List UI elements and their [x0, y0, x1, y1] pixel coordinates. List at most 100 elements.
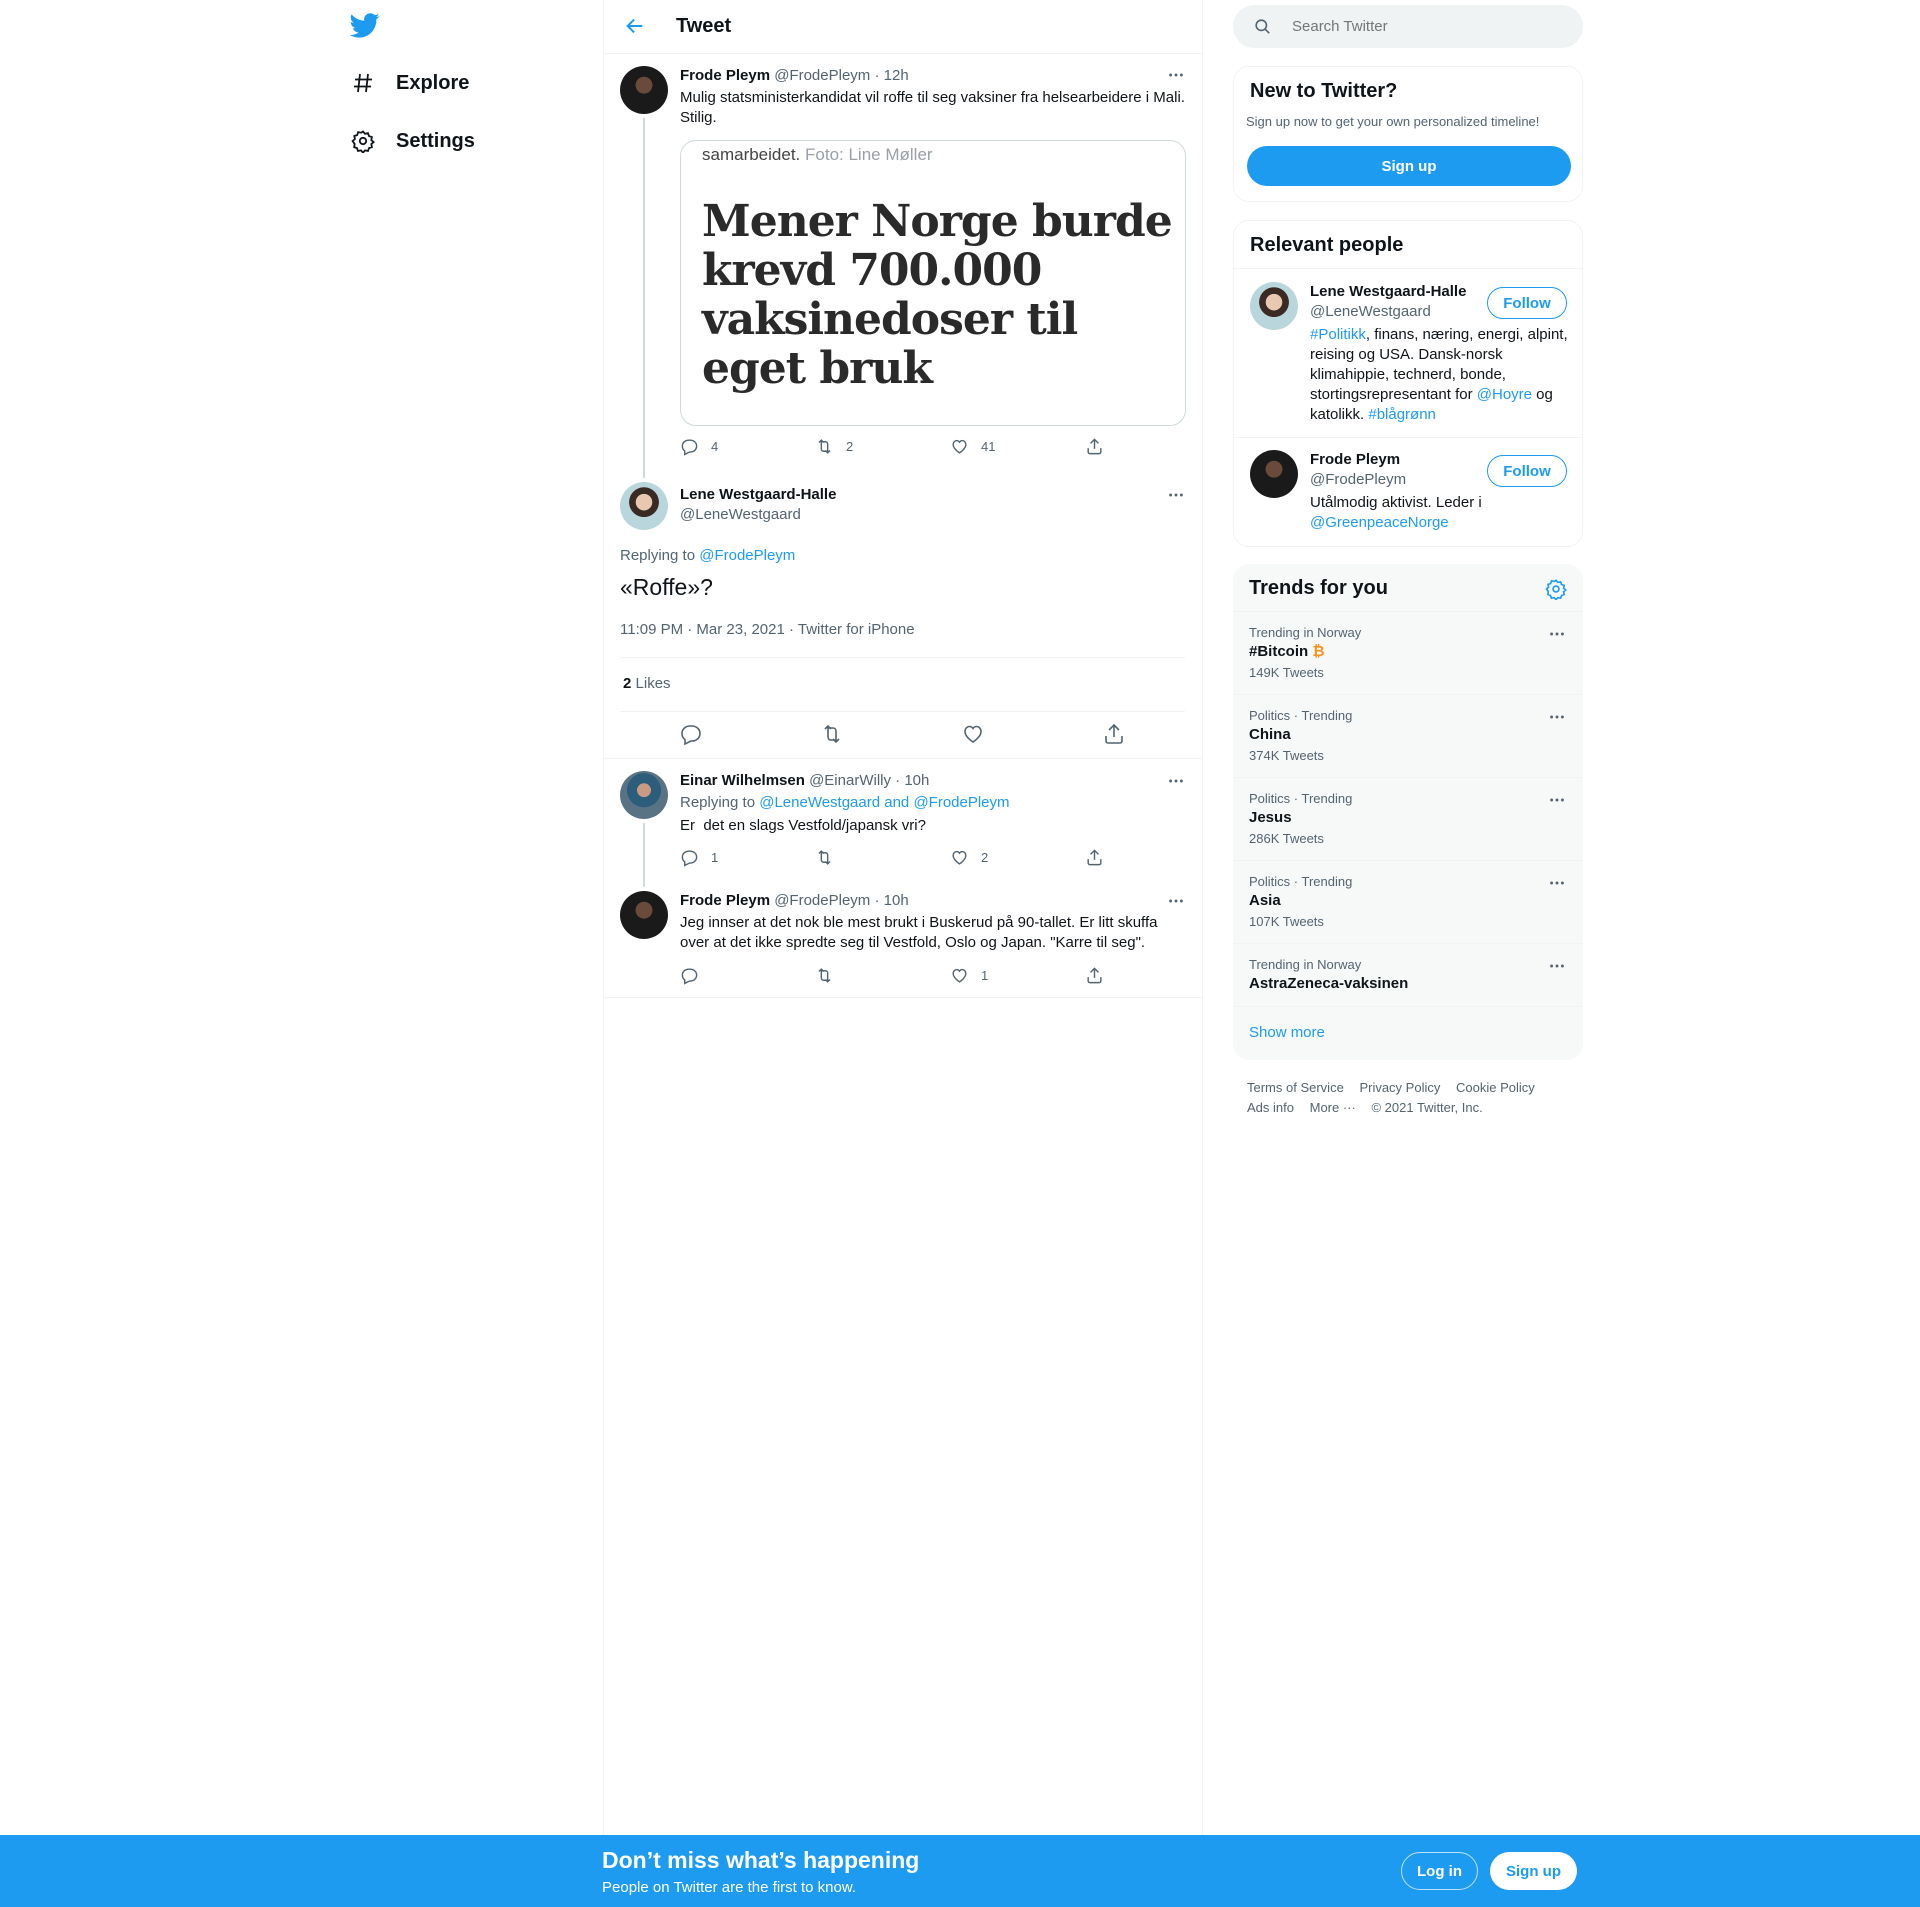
- footer-link-terms[interactable]: Terms of Service: [1247, 1080, 1344, 1095]
- footer-link-cookie[interactable]: Cookie Policy: [1456, 1080, 1535, 1095]
- bio-mention[interactable]: @Hoyre: [1477, 386, 1532, 403]
- thread-line: [643, 118, 645, 478]
- trend-name-text: #Bitcoin: [1249, 643, 1309, 660]
- new-to-twitter-panel: New to Twitter? Sign up now to get your …: [1233, 66, 1583, 202]
- signup-button[interactable]: Sign up: [1490, 1852, 1577, 1890]
- retweet-icon[interactable]: [820, 722, 844, 746]
- divider: [1234, 437, 1582, 438]
- thread-line: [643, 823, 645, 887]
- link-card[interactable]: samarbeidet. Foto: Line Møller Mener Nor…: [680, 140, 1186, 426]
- more-dots-icon[interactable]: [1547, 707, 1567, 727]
- like-button[interactable]: 41: [950, 437, 1085, 456]
- more-dots-icon[interactable]: [1166, 891, 1186, 911]
- retweet-icon: [818, 968, 831, 983]
- card-caption-text: samarbeidet.: [702, 145, 801, 164]
- retweet-button[interactable]: 2: [815, 437, 950, 456]
- nav-explore-label: Explore: [396, 71, 470, 94]
- show-more-link[interactable]: Show more: [1249, 1024, 1325, 1041]
- signup-button[interactable]: Sign up: [1247, 146, 1571, 186]
- search-box[interactable]: [1233, 5, 1583, 48]
- person-name[interactable]: Frode Pleym: [1310, 451, 1400, 468]
- more-dots-icon[interactable]: [1166, 65, 1186, 85]
- author-handle[interactable]: @LeneWestgaard: [680, 506, 801, 523]
- avatar[interactable]: [620, 66, 668, 114]
- avatar[interactable]: [620, 482, 668, 530]
- tweet-time[interactable]: · 10h: [895, 772, 929, 789]
- person-name[interactable]: Lene Westgaard-Halle: [1310, 283, 1466, 300]
- tweet-time[interactable]: · 10h: [874, 892, 908, 909]
- trend-item[interactable]: Politics · Trending China 374K Tweets: [1233, 694, 1583, 777]
- share-button[interactable]: [1085, 848, 1220, 867]
- trend-item[interactable]: Politics · Trending Asia 107K Tweets: [1233, 860, 1583, 943]
- footer-link-ads[interactable]: Ads info: [1247, 1100, 1294, 1115]
- trend-item[interactable]: Trending in Norway AstraZeneca-vaksinen: [1233, 943, 1583, 1006]
- replying-to-link[interactable]: @FrodePleym: [699, 547, 795, 564]
- trend-name: Asia: [1249, 892, 1281, 909]
- author-name[interactable]: Frode Pleym: [680, 67, 770, 84]
- login-button[interactable]: Log in: [1401, 1852, 1478, 1890]
- reply-button[interactable]: [680, 966, 815, 985]
- reply-button[interactable]: 4: [680, 437, 815, 456]
- trend-count: 107K Tweets: [1249, 914, 1324, 929]
- author-name[interactable]: Frode Pleym: [680, 892, 770, 909]
- more-dots-icon[interactable]: [1166, 771, 1186, 791]
- trend-count: 374K Tweets: [1249, 748, 1324, 763]
- page-header: Tweet: [604, 0, 1202, 54]
- retweet-button[interactable]: [815, 848, 950, 867]
- footer-link-privacy[interactable]: Privacy Policy: [1359, 1080, 1440, 1095]
- author-handle[interactable]: @FrodePleym: [774, 892, 870, 909]
- follow-button[interactable]: Follow: [1487, 287, 1567, 319]
- like-icon[interactable]: [961, 722, 985, 746]
- tweet-meta[interactable]: 11:09 PM · Mar 23, 2021 · Twitter for iP…: [620, 621, 915, 638]
- more-dots-icon[interactable]: [1166, 485, 1186, 505]
- follow-button[interactable]: Follow: [1487, 455, 1567, 487]
- bio-mention[interactable]: @GreenpeaceNorge: [1310, 514, 1449, 531]
- share-button[interactable]: [1085, 966, 1220, 985]
- avatar[interactable]: [620, 891, 668, 939]
- avatar[interactable]: [620, 771, 668, 819]
- avatar[interactable]: [1250, 450, 1298, 498]
- person-handle[interactable]: @FrodePleym: [1310, 471, 1406, 488]
- footer-link-more[interactable]: More ···: [1310, 1100, 1356, 1115]
- gear-icon[interactable]: [1545, 578, 1567, 601]
- search-input[interactable]: [1292, 18, 1542, 35]
- trend-count: 149K Tweets: [1249, 665, 1324, 680]
- trend-item[interactable]: Politics · Trending Jesus 286K Tweets: [1233, 777, 1583, 860]
- bio-hashtag[interactable]: #Politikk: [1310, 326, 1366, 343]
- back-arrow-icon[interactable]: [624, 15, 648, 39]
- retweet-button[interactable]: [815, 966, 950, 985]
- divider: [620, 657, 1185, 658]
- replying-to-link[interactable]: @LeneWestgaard and @FrodePleym: [759, 794, 1009, 811]
- share-icon[interactable]: [1102, 722, 1126, 746]
- nav-explore[interactable]: Explore: [350, 63, 469, 103]
- like-button[interactable]: 1: [950, 966, 1085, 985]
- share-button[interactable]: [1085, 437, 1220, 456]
- trend-context: Trending in Norway: [1249, 625, 1362, 640]
- more-dots-icon[interactable]: [1547, 790, 1567, 810]
- twitter-logo-icon[interactable]: [349, 10, 380, 40]
- focus-tweet-actions: [620, 722, 1185, 746]
- author-name[interactable]: Lene Westgaard-Halle: [680, 486, 836, 503]
- person-handle[interactable]: @LeneWestgaard: [1310, 303, 1431, 320]
- like-button[interactable]: 2: [950, 848, 1085, 867]
- tweet-time[interactable]: · 12h: [874, 67, 908, 84]
- more-dots-icon[interactable]: [1547, 873, 1567, 893]
- trend-item[interactable]: Trending in Norway #Bitcoin ₿ 149K Tweet…: [1233, 611, 1583, 694]
- reply-icon[interactable]: [679, 722, 703, 746]
- reply-button[interactable]: 1: [680, 848, 815, 867]
- like-count: 41: [981, 439, 996, 454]
- more-dots-icon[interactable]: [1547, 624, 1567, 644]
- relevant-people-panel: Relevant people Lene Westgaard-Halle @Le…: [1233, 220, 1583, 547]
- bio-hashtag[interactable]: #blågrønn: [1368, 406, 1436, 423]
- avatar[interactable]: [1250, 282, 1298, 330]
- tweet-actions: 1: [680, 966, 1220, 985]
- more-dots-icon[interactable]: [1547, 956, 1567, 976]
- card-photo-credit: Foto: Line Møller: [805, 145, 933, 164]
- likes-summary[interactable]: 2 Likes: [623, 675, 671, 692]
- author-name[interactable]: Einar Wilhelmsen: [680, 772, 805, 789]
- author-handle[interactable]: @FrodePleym: [774, 67, 870, 84]
- bottom-signup-bar: Don’t miss what’s happening People on Tw…: [0, 1835, 1920, 1907]
- nav-settings[interactable]: Settings: [350, 121, 475, 161]
- author-handle[interactable]: @EinarWilly: [809, 772, 891, 789]
- page-title: Tweet: [676, 15, 732, 37]
